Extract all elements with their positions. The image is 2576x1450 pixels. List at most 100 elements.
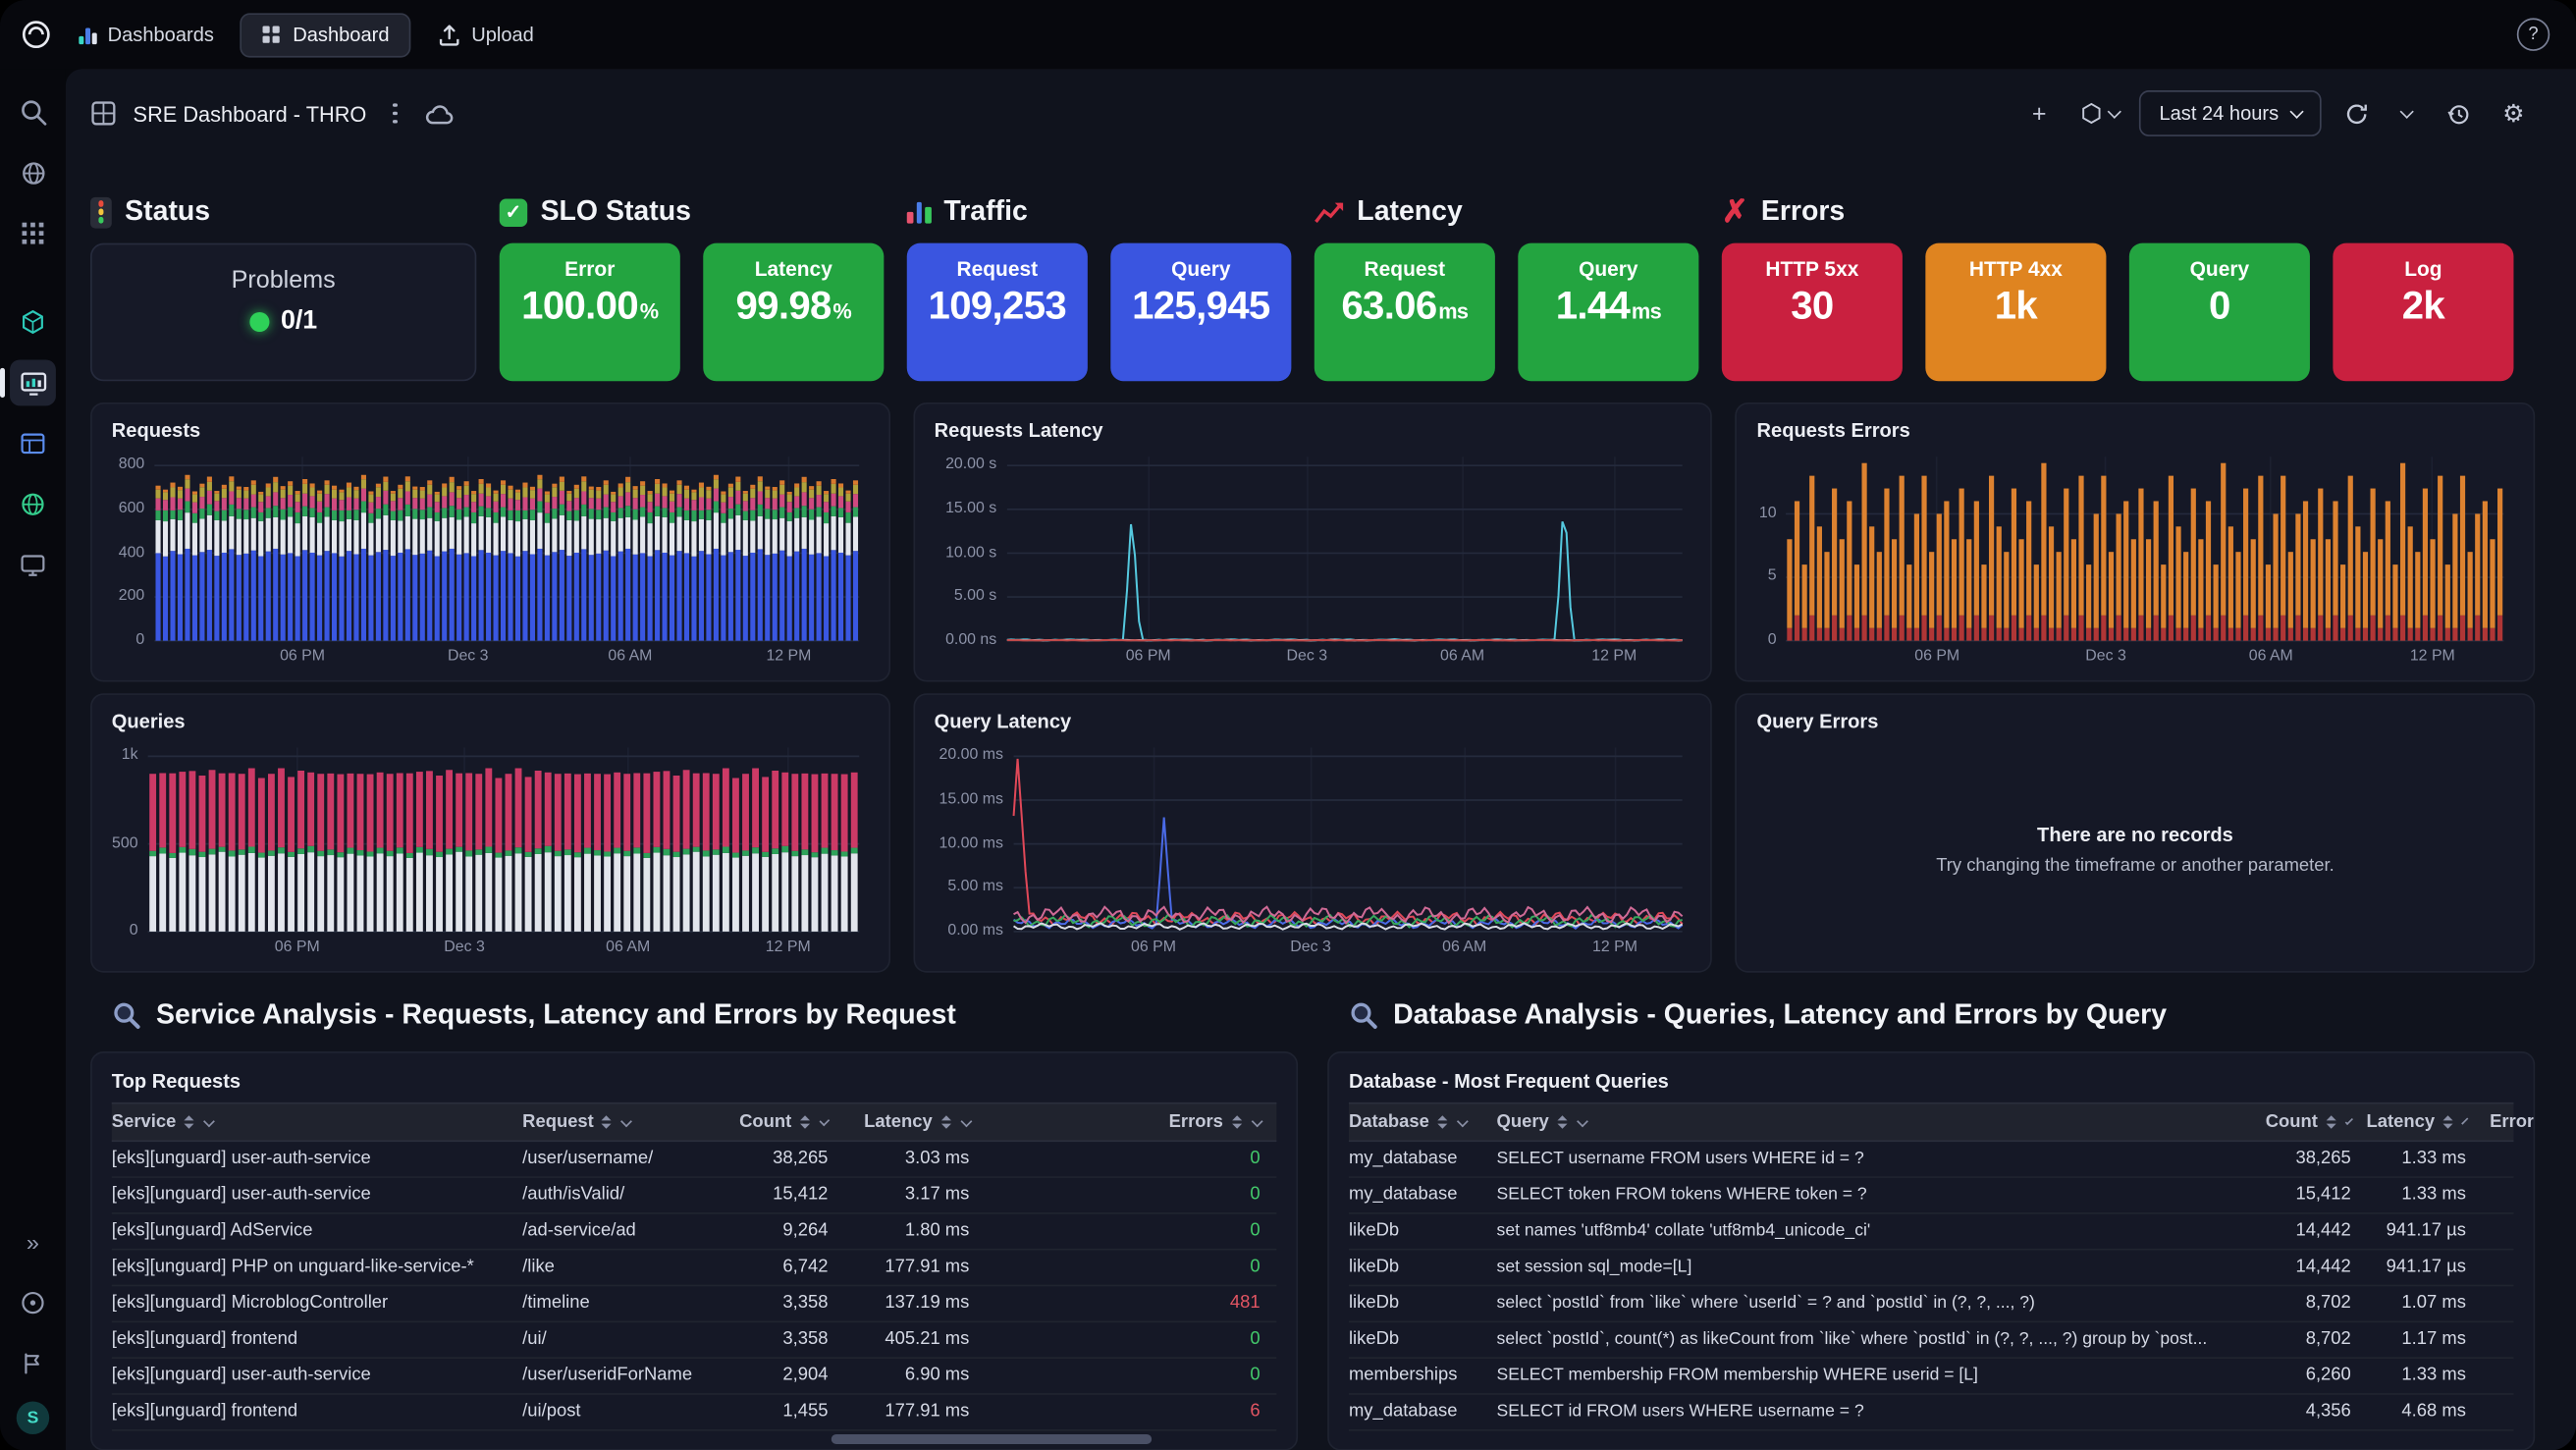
kpi-group-label: SLO Status xyxy=(541,195,691,228)
column-menu-icon[interactable] xyxy=(621,1115,632,1126)
kpi-tile-latency-request[interactable]: Request63.06ms xyxy=(1315,243,1495,382)
cloud-icon[interactable] xyxy=(423,101,453,126)
table-row[interactable]: [eks][unguard] PHP on unguard-like-servi… xyxy=(112,1251,1277,1287)
table-row[interactable]: likeDbselect `postId` from `like` where … xyxy=(1349,1286,2514,1322)
tile-label: Query xyxy=(1110,258,1291,281)
column-header-request[interactable]: Request xyxy=(522,1104,739,1141)
hosts-icon[interactable] xyxy=(10,542,56,588)
column-header-count[interactable]: Count xyxy=(2266,1104,2368,1141)
table-row[interactable]: my_databaseSELECT token FROM tokens WHER… xyxy=(1349,1178,2514,1214)
kpi-tile-latency-query[interactable]: Query1.44ms xyxy=(1518,243,1698,382)
table-row[interactable]: [eks][unguard] user-auth-service/user/us… xyxy=(112,1142,1277,1178)
sort-icon[interactable] xyxy=(1557,1116,1567,1129)
tab-dashboard[interactable]: Dashboard xyxy=(241,13,411,57)
account-icon[interactable] xyxy=(10,1280,56,1326)
cell-count: 8,702 xyxy=(2266,1322,2368,1357)
history-icon[interactable] xyxy=(2437,92,2480,135)
cell-service: [eks][unguard] frontend xyxy=(112,1322,522,1357)
chart-plot xyxy=(1757,447,2514,671)
add-tile-icon[interactable]: + xyxy=(2018,92,2062,135)
sort-icon[interactable] xyxy=(940,1116,950,1129)
kpi-tile-errors-http-4xx[interactable]: HTTP 4xx1k xyxy=(1925,243,2106,382)
topbar-right: ? xyxy=(2517,18,2549,50)
kpi-tile-traffic-request[interactable]: Request109,253 xyxy=(907,243,1088,382)
chart-plot xyxy=(935,737,1691,961)
sort-icon[interactable] xyxy=(2442,1116,2452,1129)
sort-icon[interactable] xyxy=(1231,1116,1241,1129)
kpi-tile-traffic-query[interactable]: Query125,945 xyxy=(1110,243,1291,382)
column-menu-icon[interactable] xyxy=(1457,1115,1468,1126)
sort-icon[interactable] xyxy=(602,1116,612,1129)
whats-new-icon[interactable] xyxy=(10,1341,56,1387)
column-header-errors[interactable]: Errors xyxy=(2483,1104,2536,1141)
table-row[interactable]: my_databaseSELECT username FROM users WH… xyxy=(1349,1142,2514,1178)
column-header-errors[interactable]: Errors xyxy=(986,1104,1276,1141)
refresh-dropdown[interactable] xyxy=(2390,92,2423,135)
sort-icon[interactable] xyxy=(2326,1116,2335,1129)
time-range-picker[interactable]: Last 24 hours xyxy=(2139,90,2321,136)
kpi-tile-slo-status-error[interactable]: Error100.00% xyxy=(500,243,680,382)
apps-grid-icon[interactable] xyxy=(10,210,56,256)
table-row[interactable]: [eks][unguard] user-auth-service/auth/is… xyxy=(112,1178,1277,1214)
column-header-latency[interactable]: Latency xyxy=(2368,1104,2483,1141)
chart-card-queries: Queries06 PMDec 306 AM12 PM05001k xyxy=(90,693,889,972)
column-menu-icon[interactable] xyxy=(2462,1117,2469,1124)
column-header-service[interactable]: Service xyxy=(112,1104,522,1141)
dashboards-app[interactable]: Dashboards xyxy=(79,23,214,45)
tenant-badge[interactable]: S xyxy=(17,1401,49,1433)
search-icon[interactable] xyxy=(10,88,56,134)
table-row[interactable]: [eks][unguard] frontend/ui/3,358405.21 m… xyxy=(112,1322,1277,1359)
column-menu-icon[interactable] xyxy=(2345,1116,2353,1124)
expand-icon[interactable]: » xyxy=(10,1219,56,1265)
package-dropdown[interactable] xyxy=(2073,92,2126,135)
table-row[interactable]: my_databaseSELECT id FROM users WHERE us… xyxy=(1349,1395,2514,1431)
cell-query: select `postId`, count(*) as likeCount f… xyxy=(1497,1322,2266,1357)
column-menu-icon[interactable] xyxy=(1251,1115,1261,1126)
dashboard-title[interactable]: SRE Dashboard - THRO xyxy=(134,101,367,126)
column-header-latency[interactable]: Latency xyxy=(844,1104,986,1141)
sort-icon[interactable] xyxy=(185,1116,194,1129)
chart-title: Query Latency xyxy=(935,710,1691,734)
column-label: Count xyxy=(739,1112,791,1132)
table-row[interactable]: [eks][unguard] frontend/ui/post1,455177.… xyxy=(112,1395,1277,1431)
observability-icon[interactable] xyxy=(10,149,56,195)
settings-icon[interactable]: ⚙ xyxy=(2493,92,2536,135)
cell-errors: 0 xyxy=(986,1251,1276,1285)
kpi-tile-errors-log[interactable]: Log2k xyxy=(2333,243,2513,382)
app-logo[interactable] xyxy=(20,18,52,50)
kebab-icon[interactable] xyxy=(383,96,406,130)
axis-label: 0.00 ms xyxy=(935,924,1003,940)
table-row[interactable]: likeDbselect `postId`, count(*) as likeC… xyxy=(1349,1322,2514,1359)
sort-icon[interactable] xyxy=(800,1116,810,1129)
kpi-tile-slo-status-latency[interactable]: Latency99.98% xyxy=(703,243,884,382)
table-row[interactable]: [eks][unguard] MicroblogController/timel… xyxy=(112,1286,1277,1322)
notebooks-icon[interactable] xyxy=(10,420,56,466)
services-icon[interactable] xyxy=(10,481,56,527)
refresh-icon[interactable] xyxy=(2334,92,2378,135)
help-button[interactable]: ? xyxy=(2517,18,2549,50)
column-menu-icon[interactable] xyxy=(960,1115,971,1126)
dashboards-icon[interactable] xyxy=(10,359,56,405)
column-menu-icon[interactable] xyxy=(820,1115,830,1125)
sort-icon[interactable] xyxy=(1437,1116,1447,1129)
column-header-database[interactable]: Database xyxy=(1349,1104,1497,1141)
kpi-tile-errors-query[interactable]: Query0 xyxy=(2129,243,2310,382)
scrollbar-thumb[interactable] xyxy=(832,1434,1152,1444)
kpi-tile-errors-http-5xx[interactable]: HTTP 5xx30 xyxy=(1722,243,1903,382)
column-label: Database xyxy=(1349,1112,1429,1132)
kubernetes-icon[interactable] xyxy=(10,299,56,346)
column-menu-icon[interactable] xyxy=(1577,1115,1587,1126)
kpi-group-label: Errors xyxy=(1761,195,1845,228)
cell-errors xyxy=(2483,1214,2536,1249)
cell-errors: 481 xyxy=(986,1286,1276,1320)
table-row[interactable]: likeDbset session sql_mode=[L]14,442941.… xyxy=(1349,1251,2514,1287)
table-row[interactable]: [eks][unguard] user-auth-service/user/us… xyxy=(112,1359,1277,1395)
upload-button[interactable]: Upload xyxy=(437,23,534,47)
column-menu-icon[interactable] xyxy=(204,1115,215,1126)
table-row[interactable]: membershipsSELECT membership FROM member… xyxy=(1349,1359,2514,1395)
table-row[interactable]: [eks][unguard] AdService/ad-service/ad9,… xyxy=(112,1214,1277,1251)
problems-card[interactable]: Problems0/1 xyxy=(90,243,476,382)
column-header-query[interactable]: Query xyxy=(1497,1104,2266,1141)
table-row[interactable]: likeDbset names 'utf8mb4' collate 'utf8m… xyxy=(1349,1214,2514,1251)
column-header-count[interactable]: Count xyxy=(739,1104,844,1141)
